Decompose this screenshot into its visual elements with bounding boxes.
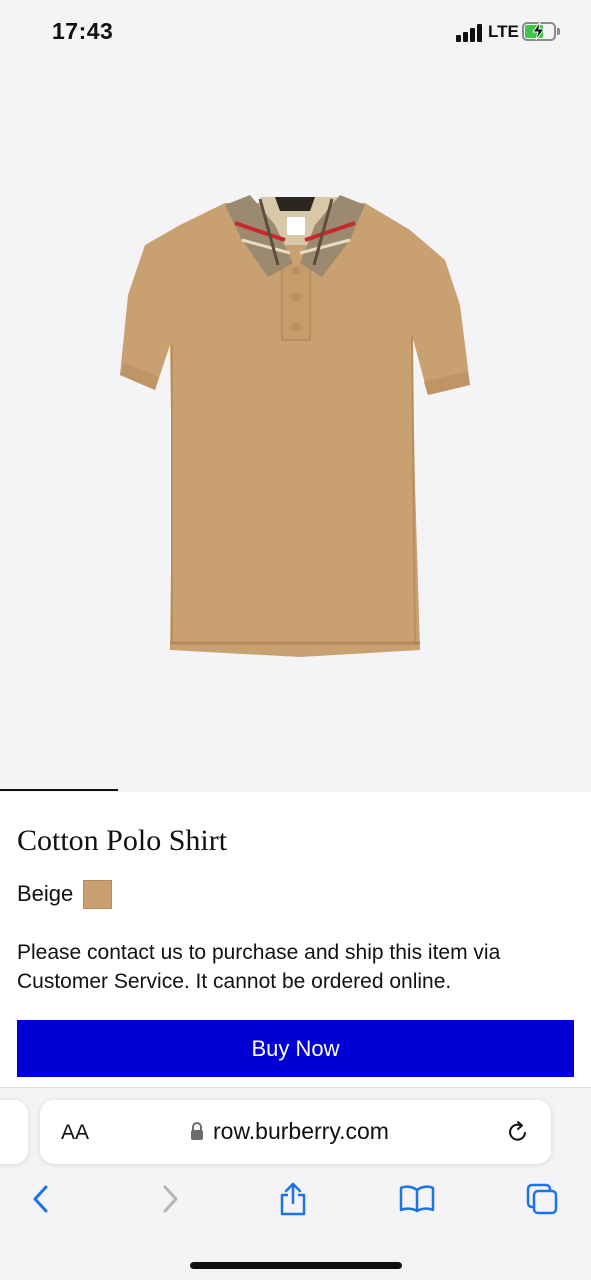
buy-now-button[interactable]: Buy Now [17,1020,574,1077]
share-icon [280,1182,306,1216]
tabs-icon [526,1183,558,1215]
color-swatch[interactable] [83,879,113,909]
product-image[interactable] [0,0,591,792]
back-icon [33,1185,48,1213]
url-text[interactable]: row.burberry.com [213,1118,389,1145]
color-selector: Beige [17,878,113,910]
forward-button[interactable] [152,1181,188,1217]
back-button[interactable] [23,1181,59,1217]
text-size-button[interactable]: AA [61,1119,89,1145]
network-type: LTE [488,22,519,41]
tabs-button[interactable] [524,1181,560,1217]
battery-cap [557,28,560,35]
bookmarks-icon [399,1185,435,1213]
image-carousel-indicator [0,789,118,791]
polo-shirt-illustration [120,195,470,657]
product-title: Cotton Polo Shirt [17,824,228,857]
purchase-notice: Please contact us to purchase and ship t… [17,941,501,993]
bookmarks-button[interactable] [399,1181,435,1217]
text-size-label: AA [61,1121,90,1144]
cellular-signal-icon [456,24,484,42]
previous-tab-preview[interactable] [0,1100,28,1164]
home-indicator [190,1262,402,1269]
status-time: 17:43 [52,18,114,44]
lock-icon [191,1122,203,1140]
reload-icon[interactable] [506,1120,530,1144]
status-bar: 17:43 LTE [0,0,591,64]
charging-bolt-icon [532,21,545,41]
color-label: Beige [17,881,74,906]
share-button[interactable] [275,1181,311,1217]
forward-icon [163,1185,178,1213]
